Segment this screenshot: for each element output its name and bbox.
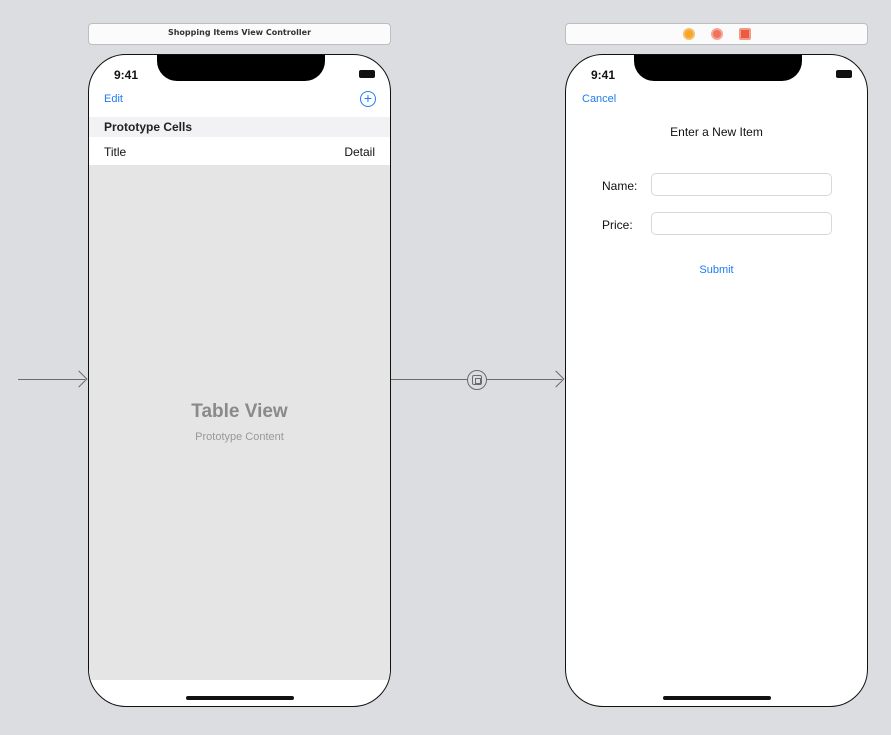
shopping-items-scene[interactable]: 9:41 Edit + Prototype Cells Title Detail…	[88, 54, 391, 707]
initial-vc-arrow-head[interactable]	[70, 370, 88, 388]
form-title: Enter a New Item	[670, 125, 763, 139]
scene-title-bar-shopping[interactable]: Shopping Items View Controller	[88, 23, 391, 45]
notch	[634, 55, 802, 81]
segue-present-modally-icon[interactable]	[467, 370, 487, 390]
name-field[interactable]	[651, 173, 832, 196]
cell-title: Title	[104, 145, 127, 159]
table-view-placeholder-subtitle: Prototype Content	[195, 431, 284, 443]
first-responder-icon[interactable]	[710, 28, 723, 40]
table-view-placeholder-title: Table View	[191, 401, 288, 422]
prototype-cell[interactable]: Title Detail	[89, 139, 390, 165]
segue-glyph	[472, 375, 482, 385]
cell-detail: Detail	[344, 145, 375, 159]
price-field[interactable]	[651, 212, 832, 235]
segue-arrow-head[interactable]	[547, 370, 565, 388]
cancel-button[interactable]: Cancel	[582, 93, 616, 105]
status-time: 9:41	[114, 68, 139, 82]
scene-title: Shopping Items View Controller	[167, 28, 312, 37]
notch	[157, 55, 325, 81]
name-label: Name:	[602, 179, 638, 193]
battery-icon	[836, 70, 852, 78]
table-view[interactable]: Table View Prototype Content	[89, 165, 390, 680]
exit-icon[interactable]	[738, 28, 751, 40]
scene-title-bar-new-item[interactable]	[565, 23, 868, 45]
new-item-scene[interactable]: 9:41 Cancel Enter a New Item Name: Price…	[565, 54, 868, 707]
status-time: 9:41	[591, 68, 616, 82]
home-indicator	[663, 696, 771, 700]
battery-icon	[359, 70, 375, 78]
plus-circle-icon[interactable]: +	[360, 91, 376, 107]
view-controller-icon[interactable]	[682, 28, 695, 40]
submit-button[interactable]: Submit	[566, 264, 867, 276]
edit-button[interactable]: Edit	[104, 93, 123, 105]
home-indicator	[186, 696, 294, 700]
price-label: Price:	[602, 218, 633, 232]
section-header: Prototype Cells	[89, 117, 390, 137]
